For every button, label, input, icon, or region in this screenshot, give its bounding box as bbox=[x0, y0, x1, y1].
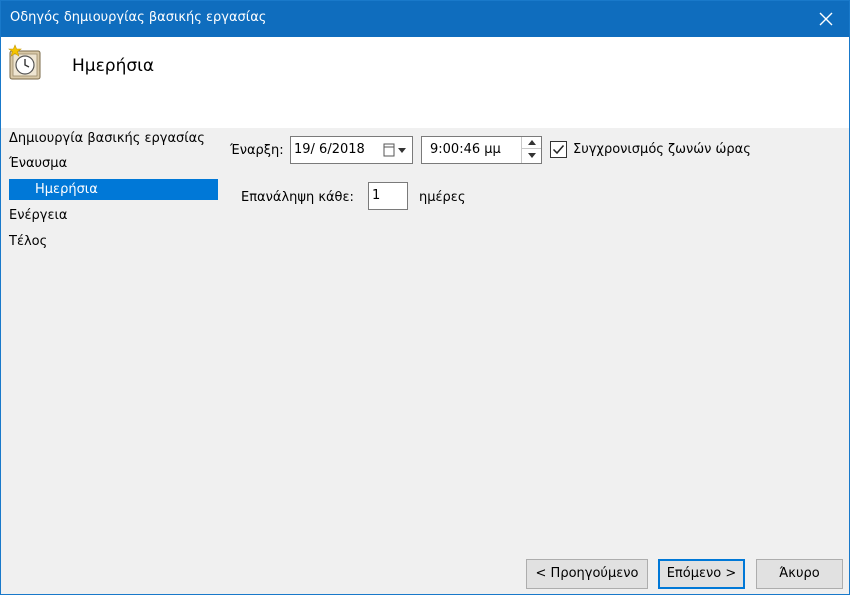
window-title: Οδηγός δημιουργίας βασικής εργασίας bbox=[10, 10, 267, 25]
nav-step-label: Ημερήσια bbox=[35, 182, 98, 197]
arrow-up-icon bbox=[527, 140, 536, 145]
nav-step-label: Έναυσμα bbox=[9, 156, 68, 171]
next-button[interactable]: Επόμενο > bbox=[658, 559, 745, 589]
start-time-value: 9:00:46 μμ bbox=[430, 142, 501, 157]
nav-step-action[interactable]: Ενέργεια bbox=[9, 205, 67, 226]
back-button[interactable]: < Προηγούμενο bbox=[526, 559, 648, 589]
nav-step-create-task[interactable]: Δημιουργία βασικής εργασίας bbox=[9, 128, 205, 149]
sync-timezones-checkbox[interactable] bbox=[550, 141, 567, 158]
repeat-days-value: 1 bbox=[372, 188, 381, 203]
page-heading: Ημερήσια bbox=[72, 56, 155, 76]
nav-step-finish[interactable]: Τέλος bbox=[9, 231, 47, 252]
start-date-picker[interactable]: 19/ 6/2018 bbox=[290, 136, 413, 164]
spin-down-button[interactable] bbox=[522, 149, 541, 161]
close-button[interactable] bbox=[803, 1, 849, 37]
calendar-dropdown-icon[interactable] bbox=[381, 141, 409, 159]
scheduled-task-clock-icon bbox=[8, 44, 41, 80]
wizard-header: Ημερήσια bbox=[1, 37, 849, 128]
start-time-input[interactable]: 9:00:46 μμ bbox=[421, 136, 542, 164]
start-date-value: 19/ 6/2018 bbox=[294, 142, 365, 157]
cancel-button[interactable]: Άκυρο bbox=[756, 559, 843, 589]
repeat-label: Επανάληψη κάθε: bbox=[241, 190, 354, 205]
start-label: Έναρξη: bbox=[230, 143, 284, 158]
repeat-days-input[interactable]: 1 bbox=[368, 182, 408, 210]
nav-step-label: Ενέργεια bbox=[9, 208, 68, 223]
nav-step-label: Τέλος bbox=[9, 234, 48, 249]
nav-step-label: Δημιουργία βασικής εργασίας bbox=[9, 131, 205, 146]
sync-timezones-label[interactable]: Συγχρονισμός ζωνών ώρας bbox=[573, 142, 751, 157]
repeat-unit-label: ημέρες bbox=[419, 190, 466, 205]
time-spinner bbox=[521, 137, 541, 163]
wizard-steps-nav: Δημιουργία βασικής εργασίας Έναυσμα Ημερ… bbox=[1, 128, 221, 328]
back-button-label: < Προηγούμενο bbox=[535, 566, 639, 581]
nav-step-trigger[interactable]: Έναυσμα bbox=[9, 153, 67, 174]
spin-up-button[interactable] bbox=[522, 137, 541, 149]
title-bar: Οδηγός δημιουργίας βασικής εργασίας bbox=[1, 1, 849, 37]
arrow-down-icon bbox=[527, 152, 536, 158]
cancel-button-label: Άκυρο bbox=[779, 566, 820, 581]
wizard-window: Οδηγός δημιουργίας βασικής εργασίας Ημερ… bbox=[0, 0, 850, 595]
close-icon bbox=[819, 12, 833, 26]
checkmark-icon bbox=[552, 145, 565, 155]
nav-step-daily[interactable]: Ημερήσια bbox=[9, 179, 218, 200]
next-button-label: Επόμενο > bbox=[666, 566, 737, 581]
